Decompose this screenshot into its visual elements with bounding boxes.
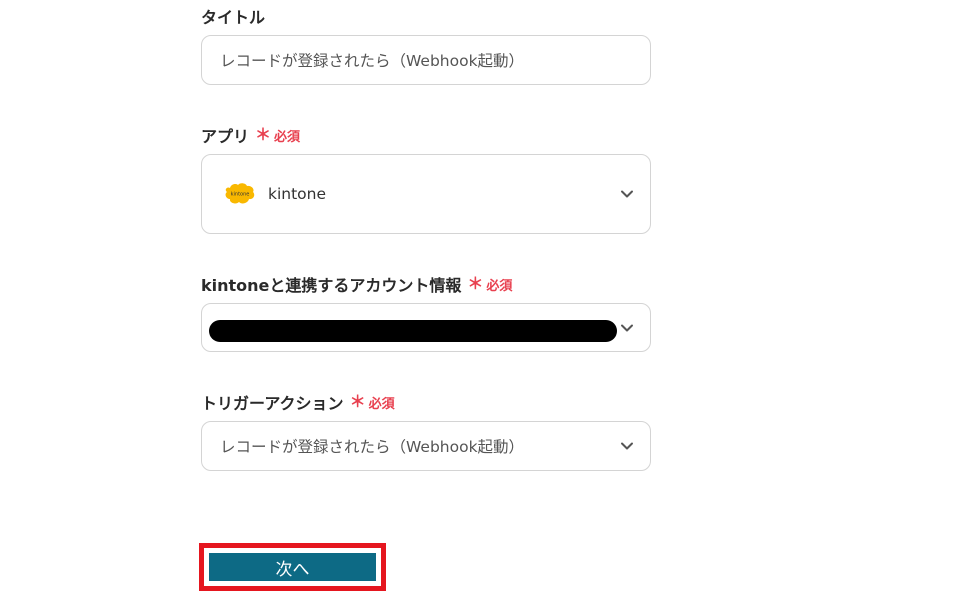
account-label: kintoneと連携するアカウント情報 ＊ 必須 xyxy=(201,272,512,296)
app-select[interactable]: kintone kintone xyxy=(201,154,651,234)
app-label: アプリ ＊ 必須 xyxy=(201,123,300,147)
title-label-text: タイトル xyxy=(201,8,266,27)
required-badge: ＊ 必須 xyxy=(467,275,512,294)
trigger-select-value: レコードが登録されたら（Webhook起動） xyxy=(220,438,525,456)
chevron-down-icon xyxy=(620,187,634,201)
required-asterisk: ＊ xyxy=(255,125,272,144)
title-label: タイトル xyxy=(201,4,265,28)
required-badge: ＊ 必須 xyxy=(350,393,395,412)
required-text: 必須 xyxy=(274,129,301,145)
kintone-logo-icon: kintone xyxy=(224,182,256,206)
account-select[interactable] xyxy=(201,303,651,352)
account-label-text: kintoneと連携するアカウント情報 xyxy=(201,276,462,295)
next-button[interactable]: 次へ xyxy=(209,553,376,581)
required-text: 必須 xyxy=(486,278,513,294)
app-select-value: kintone xyxy=(268,185,327,203)
svg-text:kintone: kintone xyxy=(231,192,250,198)
required-asterisk: ＊ xyxy=(349,392,366,411)
required-text: 必須 xyxy=(368,396,395,412)
chevron-down-icon xyxy=(620,439,634,453)
required-asterisk: ＊ xyxy=(467,274,484,293)
next-button-highlight: 次へ xyxy=(199,543,386,591)
chevron-down-icon xyxy=(620,321,634,335)
required-badge: ＊ 必須 xyxy=(255,126,300,145)
trigger-label-text: トリガーアクション xyxy=(201,394,344,413)
trigger-settings-form: タイトル レコードが登録されたら（Webhook起動） アプリ ＊ 必須 kin… xyxy=(0,0,980,610)
trigger-label: トリガーアクション ＊ 必須 xyxy=(201,390,395,414)
redacted-account-value xyxy=(209,320,617,342)
title-input-value: レコードが登録されたら（Webhook起動） xyxy=(220,52,525,70)
trigger-select[interactable]: レコードが登録されたら（Webhook起動） xyxy=(201,421,651,471)
app-label-text: アプリ xyxy=(201,127,250,146)
title-input[interactable]: レコードが登録されたら（Webhook起動） xyxy=(201,35,651,85)
